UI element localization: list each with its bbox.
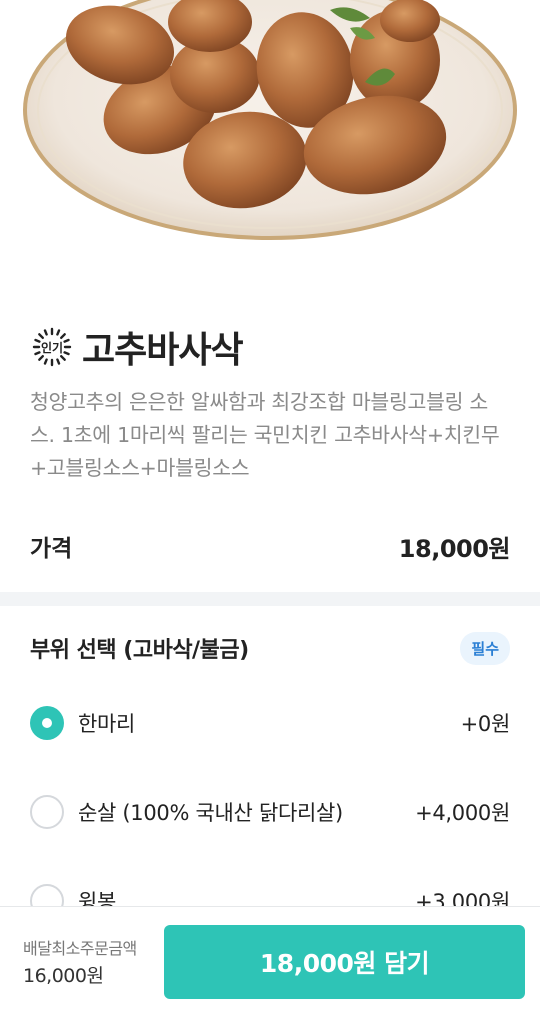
radio-unselected-icon[interactable] <box>30 795 64 829</box>
min-order-label: 배달최소주문금액 <box>23 939 137 958</box>
option-whole-chicken[interactable]: 한마리 +0원 <box>30 700 510 746</box>
section-divider <box>0 592 540 606</box>
option-name: 순살 (100% 국내산 닭다리살) <box>78 801 343 825</box>
option-boneless[interactable]: 순살 (100% 국내산 닭다리살) +4,000원 <box>30 789 510 835</box>
option-price: +4,000원 <box>415 801 510 825</box>
option-name: 한마리 <box>78 712 136 736</box>
product-name: 고추바사삭 <box>82 330 244 371</box>
badge-label: 인기 <box>40 340 64 355</box>
popular-badge: 인기 <box>30 325 74 369</box>
min-order-value: 16,000원 <box>23 965 104 987</box>
radio-selected-icon[interactable] <box>30 706 64 740</box>
option-group-header: 부위 선택 (고바삭/불금) 필수 <box>30 624 510 672</box>
price-value: 18,000원 <box>398 534 511 563</box>
option-price: +0원 <box>460 712 511 736</box>
option-group-title: 부위 선택 (고바삭/불금) <box>30 638 249 663</box>
product-description: 청양고추의 은은한 알싸함과 최강조합 마블링고블링 소스. 1초에 1마리씩 … <box>30 390 500 480</box>
required-badge: 필수 <box>460 631 510 665</box>
price-label: 가격 <box>30 536 73 562</box>
price-row: 가격 18,000원 <box>30 522 511 570</box>
product-image <box>0 0 540 300</box>
add-to-cart-button[interactable]: 18,000원 담기 <box>164 925 525 999</box>
bottom-action-bar: 배달최소주문금액 16,000원 18,000원 담기 <box>0 906 540 1009</box>
